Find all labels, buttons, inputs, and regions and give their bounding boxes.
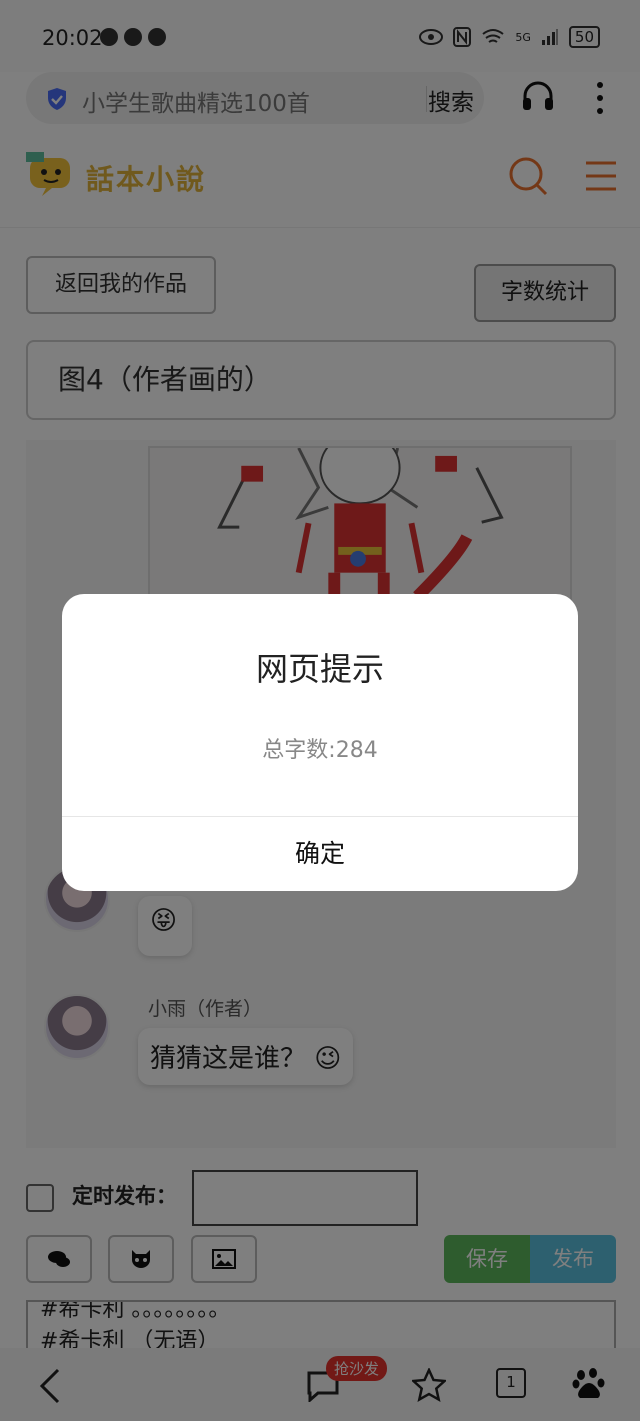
confirm-button[interactable]: 确定 [62,817,578,891]
dialog-message: 总字数:284 [262,738,378,763]
dialog-title: 网页提示 [255,650,384,688]
web-alert-dialog: 网页提示 总字数:284 确定 [62,594,578,891]
